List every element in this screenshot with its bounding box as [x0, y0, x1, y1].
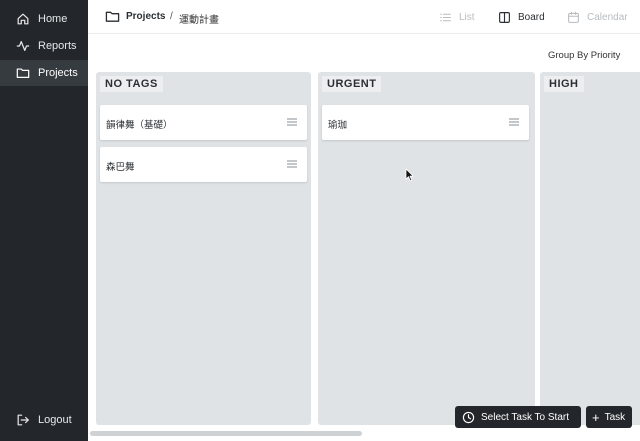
task-card-label: 森巴舞 [106, 162, 135, 173]
sidebar-item-label: Reports [38, 40, 77, 52]
sidebar-item-label: Home [38, 13, 68, 25]
task-card-label: 瑜珈 [328, 120, 348, 131]
view-list-label: List [459, 11, 475, 23]
list-icon [440, 13, 451, 21]
sidebar-item-home[interactable]: Home [0, 6, 88, 32]
task-card[interactable]: 森巴舞 [100, 147, 307, 182]
column-title: URGENT [322, 76, 382, 92]
drag-handle-icon[interactable] [287, 160, 297, 168]
board-icon [499, 11, 510, 23]
horizontal-scrollbar[interactable] [90, 431, 362, 436]
view-calendar-label: Calendar [587, 11, 628, 23]
sidebar: Home Reports Projects Logout [0, 0, 88, 441]
mouse-cursor-icon [405, 168, 414, 182]
column-urgent: URGENT 瑜珈 [318, 72, 535, 425]
column-title: NO TAGS [100, 76, 163, 92]
logout-icon [17, 414, 29, 426]
task-card[interactable]: 韻律舞（基礎） [100, 105, 307, 140]
column-no-tags: NO TAGS 韻律舞（基礎） 森巴舞 [96, 72, 311, 425]
group-by-priority-button[interactable]: Group By Priority [548, 50, 620, 61]
header: Projects / 運動計畫 List Board Calendar [88, 0, 640, 34]
view-calendar-button[interactable]: Calendar [567, 9, 628, 25]
folder-icon [105, 11, 120, 22]
breadcrumb-current: 運動計畫 [179, 15, 219, 26]
activity-icon [16, 41, 30, 51]
add-task-button[interactable]: + Task [586, 406, 632, 428]
breadcrumb-separator: / [170, 11, 173, 22]
logout-label: Logout [38, 414, 72, 426]
plus-icon: + [592, 409, 600, 425]
sidebar-item-reports[interactable]: Reports [0, 33, 88, 59]
breadcrumb-projects[interactable]: Projects [126, 11, 165, 22]
folder-icon [16, 68, 30, 78]
select-task-to-start-button[interactable]: Select Task To Start [455, 406, 581, 428]
task-card-label: 韻律舞（基礎） [106, 120, 173, 131]
task-card[interactable]: 瑜珈 [322, 105, 529, 140]
calendar-icon [568, 11, 579, 23]
drag-handle-icon[interactable] [287, 118, 297, 126]
home-icon [17, 13, 29, 25]
add-task-label: Task [604, 411, 626, 423]
clock-icon [462, 411, 475, 423]
sidebar-item-label: Projects [38, 67, 78, 79]
view-list-button[interactable]: List [439, 9, 475, 25]
drag-handle-icon[interactable] [509, 118, 519, 126]
kanban-board: NO TAGS 韻律舞（基礎） 森巴舞 URGENT 瑜珈 HIGH [88, 66, 640, 428]
select-task-label: Select Task To Start [481, 411, 570, 423]
sidebar-item-projects[interactable]: Projects [0, 60, 88, 86]
view-board-label: Board [518, 11, 545, 23]
column-title: HIGH [544, 76, 584, 92]
column-high: HIGH [540, 72, 640, 425]
logout-button[interactable]: Logout [0, 407, 88, 433]
view-board-button[interactable]: Board [498, 9, 545, 25]
